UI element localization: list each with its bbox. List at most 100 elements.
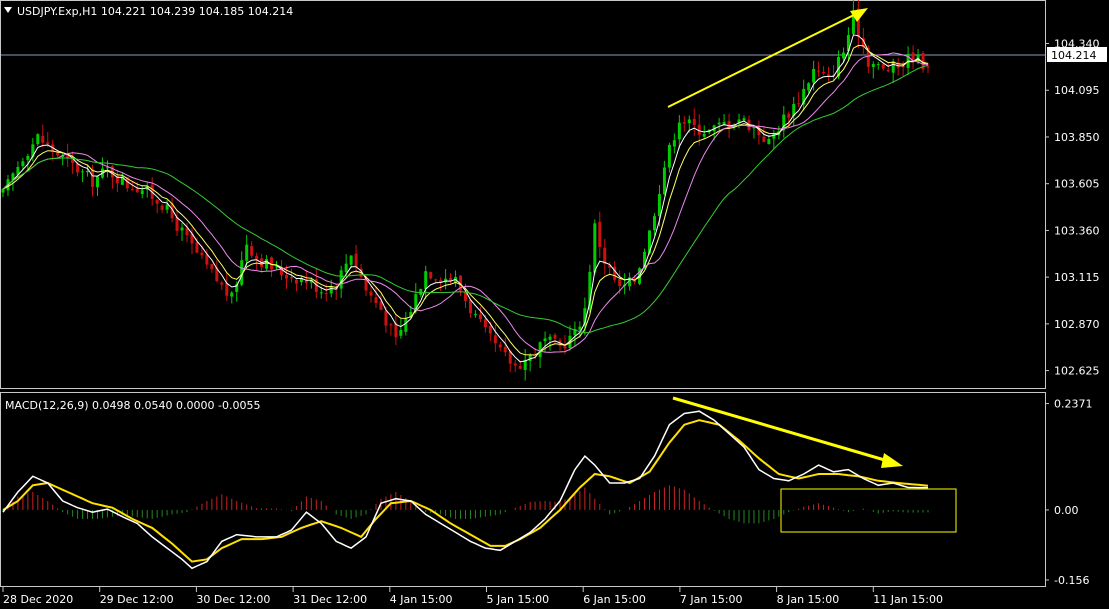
macd-tick-label: 0.2371 [1054,398,1093,411]
candle-body [513,363,517,366]
candle-body [493,335,497,344]
candle-body [399,329,403,336]
candle-body [578,326,582,330]
price-tick-label: 102.625 [1054,365,1100,378]
candle-body [742,118,746,121]
candle-body [717,122,721,125]
price-tick-label: 103.605 [1054,178,1100,191]
candle-body [767,139,771,144]
candle-body [389,324,393,326]
candle-body [165,204,169,210]
candle-body [230,292,234,297]
trading-chart[interactable]: 104.340104.095103.850103.605103.360103.1… [0,0,1109,609]
candle-body [200,252,204,256]
candle-body [468,300,472,314]
time-tick-label: 4 Jan 15:00 [390,593,453,606]
macd-tick-label: -0.156 [1054,574,1089,587]
candle-body [672,140,676,147]
candle-body [95,176,99,188]
price-tick-label: 103.115 [1054,271,1100,284]
candle-body [250,246,254,256]
candle-body [76,163,80,173]
candle-body [81,171,85,173]
candle-body [871,63,875,67]
candle-body [319,292,323,294]
candle-body [46,142,50,145]
candle-body [667,144,671,168]
candle-body [284,274,288,279]
candle-body [135,188,139,193]
candle-body [702,133,706,137]
price-tick-label: 104.095 [1054,84,1100,97]
candle-body [926,66,930,68]
candle-body [722,121,726,125]
candle-body [41,135,45,143]
price-tick-label: 103.360 [1054,224,1100,237]
candle-body [662,167,666,195]
candle-body [369,291,373,296]
candle-body [727,120,731,128]
candle-body [593,223,597,273]
candle-body [160,205,164,210]
candle-body [762,136,766,143]
candle-body [881,64,885,69]
candle-body [289,277,293,279]
candle-body [294,279,298,284]
price-panel-header: USDJPY.Exp,H1 104.221 104.239 104.185 10… [17,5,293,18]
candle-body [797,103,801,105]
candle-body [618,279,622,287]
macd-panel-header: MACD(12,26,9) 0.0498 0.0540 0.0000 -0.00… [5,399,260,412]
candle-body [434,279,438,281]
candle-body [344,263,348,273]
candle-body [419,288,423,296]
time-tick-label: 30 Dec 12:00 [196,593,270,606]
candle-body [91,169,95,187]
candle-body [603,247,607,265]
candle-body [86,170,90,173]
candle-body [404,318,408,332]
candle-body [26,155,30,160]
candle-body [598,221,602,247]
time-tick-label: 28 Dec 2020 [3,593,73,606]
candle-body [21,161,25,167]
candle-body [822,72,826,74]
chart-background [0,0,1109,609]
candle-body [563,346,567,349]
time-tick-label: 8 Jan 15:00 [777,593,840,606]
candle-body [692,118,696,126]
candle-body [210,263,214,270]
candle-body [752,126,756,129]
candle-body [429,271,433,279]
candle-body [677,122,681,140]
candle-body [105,167,109,169]
candle-body [886,69,890,72]
candle-body [255,255,259,260]
time-tick-label: 31 Dec 12:00 [293,593,367,606]
time-tick-label: 6 Jan 15:00 [583,593,646,606]
candle-body [349,255,353,265]
candle-body [543,338,547,342]
time-tick-label: 11 Jan 15:00 [873,593,943,606]
candle-body [384,310,388,326]
candle-body [473,314,477,316]
candle-body [220,282,224,285]
candle-body [155,199,159,204]
candle-body [245,244,249,261]
candle-body [478,314,482,320]
candle-body [652,216,656,231]
candle-body [374,297,378,304]
candle-body [827,74,831,76]
candle-body [195,242,199,253]
candle-body [518,365,522,369]
candle-body [225,282,229,296]
time-tick-label: 7 Jan 15:00 [680,593,743,606]
candle-body [424,271,428,289]
candle-body [548,336,552,340]
candle-body [180,227,184,231]
candle-body [841,52,845,59]
candle-body [498,344,502,348]
candle-body [817,70,821,72]
candle-body [36,134,40,144]
candle-body [657,194,661,216]
macd-tick-label: 0.00 [1054,504,1079,517]
